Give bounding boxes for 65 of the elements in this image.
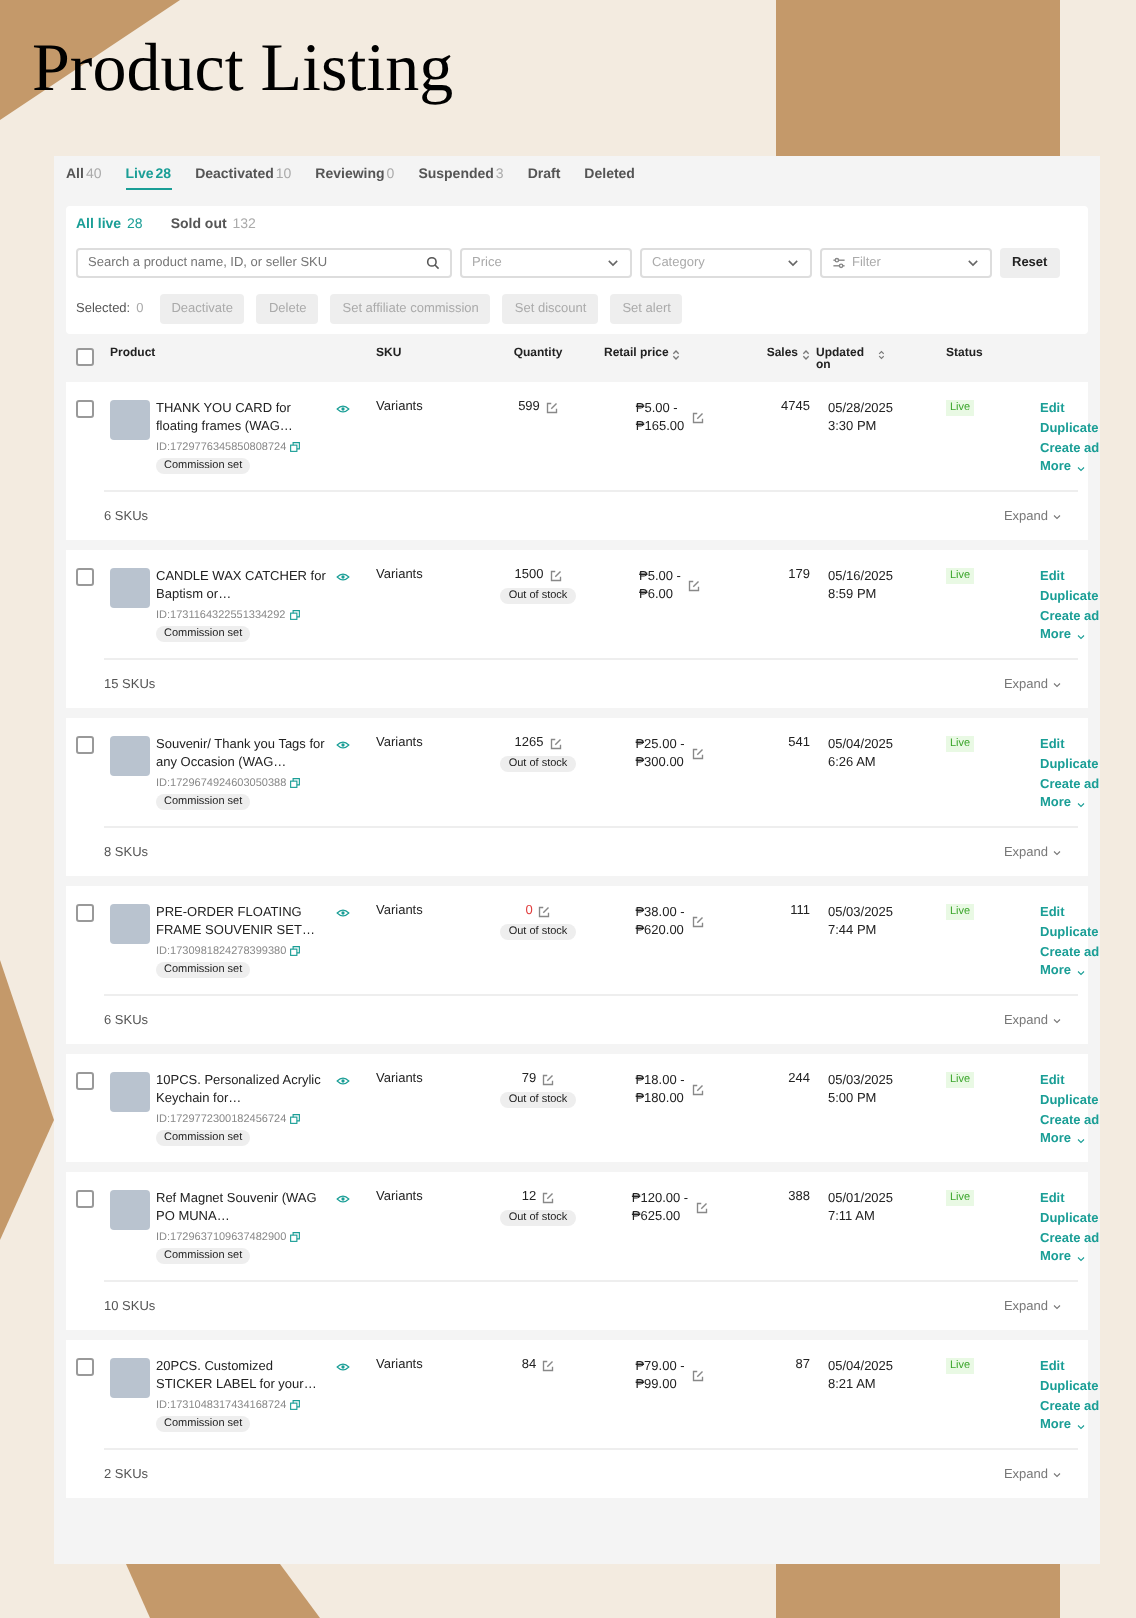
chevron-down-icon [1075, 799, 1086, 810]
checkbox[interactable] [76, 736, 94, 754]
copy-icon[interactable] [290, 442, 301, 453]
chevron-down-icon [1075, 463, 1086, 474]
chevron-down-icon [1075, 967, 1086, 978]
chevron-down-icon [1075, 631, 1086, 642]
photo-placeholder [110, 400, 150, 440]
sort-icon[interactable] [672, 348, 681, 362]
edit-icon[interactable] [688, 580, 701, 593]
photo-placeholder [110, 1358, 150, 1398]
edit-icon[interactable] [692, 1084, 705, 1097]
chevron-down-icon [1052, 511, 1062, 521]
chevron-down-icon [1075, 1421, 1086, 1432]
chevron-down-icon [1075, 1135, 1086, 1146]
checkbox[interactable] [76, 568, 94, 586]
chevron-down-icon [1052, 1301, 1062, 1311]
edit-icon[interactable] [542, 1191, 555, 1203]
chevron-down-icon [606, 256, 620, 270]
chevron-down-icon [1052, 847, 1062, 857]
edit-icon[interactable] [692, 916, 705, 929]
checkbox[interactable] [76, 1072, 94, 1090]
checkbox[interactable] [76, 400, 94, 418]
eye-icon[interactable] [336, 1362, 350, 1372]
chevron-down-icon [1052, 679, 1062, 689]
copy-icon[interactable] [290, 1400, 301, 1411]
eye-icon[interactable] [336, 740, 350, 750]
edit-icon[interactable] [542, 1073, 555, 1085]
chevron-down-icon [1075, 1253, 1086, 1264]
sort-icon[interactable] [802, 348, 810, 362]
copy-icon[interactable] [289, 610, 300, 621]
photo-placeholder [110, 568, 150, 608]
photo-placeholder [110, 736, 150, 776]
photo-placeholder [110, 1190, 150, 1230]
chevron-down-icon [786, 256, 800, 270]
checkbox[interactable] [76, 1190, 94, 1208]
eye-icon[interactable] [336, 572, 350, 582]
sort-icon[interactable] [877, 348, 884, 362]
search-icon [426, 256, 440, 270]
checkbox[interactable] [76, 904, 94, 922]
edit-icon[interactable] [542, 1359, 555, 1371]
eye-icon[interactable] [336, 404, 350, 414]
eye-icon[interactable] [336, 1076, 350, 1086]
copy-icon[interactable] [290, 1232, 301, 1243]
chevron-down-icon [966, 256, 980, 270]
copy-icon[interactable] [290, 1114, 301, 1125]
edit-icon[interactable] [549, 737, 562, 749]
sliders-icon [832, 256, 846, 270]
edit-icon[interactable] [692, 412, 705, 425]
photo-placeholder [110, 1072, 150, 1112]
checkbox[interactable] [76, 348, 94, 366]
edit-icon[interactable] [538, 905, 551, 917]
edit-icon[interactable] [545, 401, 558, 413]
eye-icon[interactable] [336, 908, 350, 918]
chevron-down-icon [1052, 1469, 1062, 1479]
edit-icon[interactable] [692, 1370, 705, 1383]
edit-icon[interactable] [692, 748, 705, 761]
copy-icon[interactable] [290, 946, 301, 957]
chevron-down-icon [1052, 1015, 1062, 1025]
eye-icon[interactable] [336, 1194, 350, 1204]
photo-placeholder [110, 904, 150, 944]
copy-icon[interactable] [290, 778, 301, 789]
page-title: Product Listing [32, 36, 454, 104]
checkbox[interactable] [76, 1358, 94, 1376]
edit-icon[interactable] [696, 1202, 709, 1215]
edit-icon[interactable] [549, 569, 562, 581]
